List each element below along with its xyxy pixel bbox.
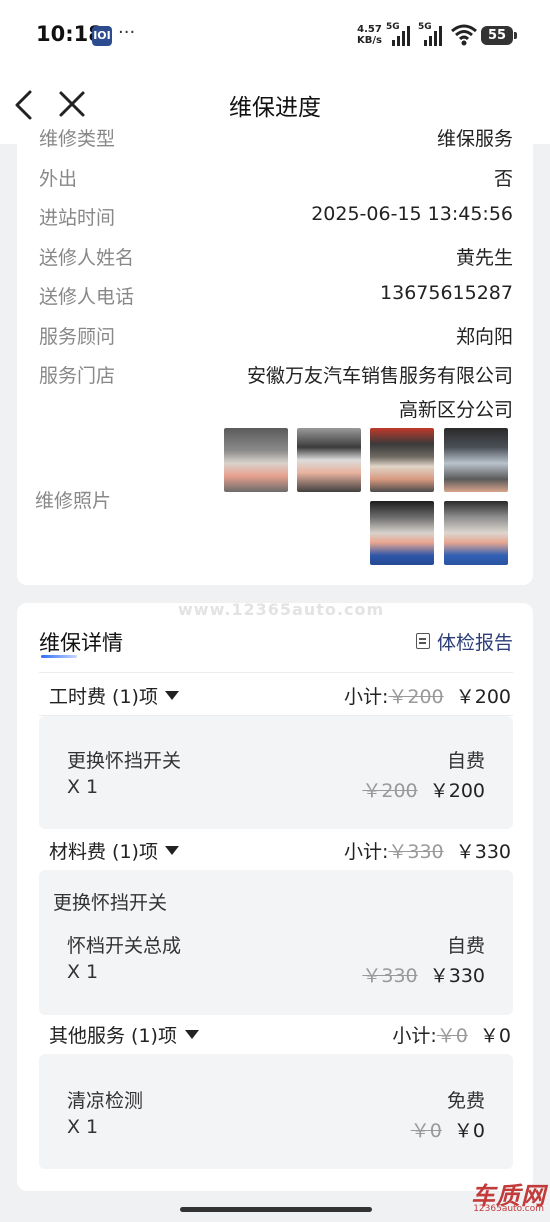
- info-label: 进站时间: [39, 207, 116, 229]
- info-row-arrival-time: 进站时间 2025-06-15 13:45:56: [39, 203, 513, 233]
- other-service-group-header[interactable]: 其他服务 (1)项 小计:￥0 ￥0: [49, 1021, 511, 1051]
- subtotal-original: ￥330: [388, 841, 444, 863]
- caret-down-icon[interactable]: [185, 1030, 199, 1039]
- subtotal-original: ￥0: [436, 1025, 468, 1047]
- section-title-underline: [41, 655, 77, 658]
- package-name: 更换怀挡开关: [53, 892, 168, 914]
- item-payment-type: 自费: [446, 935, 485, 957]
- subtotal-label: 小计:: [392, 1025, 437, 1047]
- item-original-price: ￥0: [410, 1120, 442, 1142]
- item-name: 怀档开关总成: [67, 935, 182, 957]
- item-quantity: X 1: [67, 961, 99, 983]
- labor-item-card: 更换怀挡开关 自费 X 1 ￥200 ￥200: [39, 716, 513, 829]
- repair-info-card: 维修类型 维保服务 外出 否 进站时间 2025-06-15 13:45:56 …: [17, 128, 533, 585]
- info-value: 2025-06-15 13:45:56: [311, 203, 513, 225]
- network-speed-unit: KB/s: [357, 35, 382, 46]
- info-value: 否: [493, 168, 513, 190]
- app-notification-icon: IOI: [92, 26, 112, 46]
- group-name: 工时费 (1)项: [49, 686, 158, 708]
- repair-photos-label: 维修照片: [35, 490, 112, 512]
- info-row-repair-type: 维修类型 维保服务: [39, 124, 513, 154]
- item-quantity: X 1: [67, 776, 99, 798]
- info-label: 服务门店: [39, 365, 116, 387]
- subtotal-amount: ￥330: [455, 841, 511, 863]
- item-price: ￥0 ￥0: [411, 1116, 485, 1143]
- item-original-price: ￥330: [362, 965, 418, 987]
- network-type-2: 5G: [418, 22, 432, 32]
- network-speed-value: 4.57: [357, 24, 382, 35]
- item-payment-type: 自费: [446, 750, 485, 772]
- repair-detail-card: 维保详情 体检报告 工时费 (1)项 小计:￥200 ￥200 更换怀挡开关 自…: [17, 603, 533, 1191]
- subtotal-amount: ￥0: [479, 1025, 511, 1047]
- material-fee-group-header[interactable]: 材料费 (1)项 小计:￥330 ￥330: [49, 837, 511, 867]
- info-row-outcall: 外出 否: [39, 164, 513, 194]
- store-name-line-2: 高新区分公司: [398, 399, 513, 421]
- info-value: 郑向阳: [455, 326, 513, 348]
- watermark: www.12365auto.com: [178, 600, 385, 619]
- network-type-1: 5G: [386, 22, 400, 32]
- item-quantity: X 1: [67, 1116, 99, 1138]
- other-service-item-card: 清凉检测 免费 X 1 ￥0 ￥0: [39, 1054, 513, 1169]
- item-final-price: ￥0: [453, 1120, 485, 1142]
- wifi-icon: [451, 24, 477, 46]
- group-name: 其他服务 (1)项: [49, 1025, 177, 1047]
- repair-photo-thumbnail[interactable]: [224, 428, 288, 492]
- repair-photo-thumbnail[interactable]: [444, 501, 508, 565]
- site-logo: 车质网 12365auto.com: [462, 1176, 548, 1220]
- signal-5g-icon-1: 5G: [386, 22, 414, 46]
- info-value: 13675615287: [380, 282, 513, 304]
- item-price: ￥200 ￥200: [362, 776, 485, 803]
- status-bar: 10:18 IOI ··· 4.57 KB/s 5G 5G 55: [0, 0, 550, 72]
- item-name: 更换怀挡开关: [67, 750, 182, 772]
- signal-5g-icon-2: 5G: [418, 22, 446, 46]
- subtotal-label: 小计:: [343, 841, 389, 863]
- section-title: 维保详情: [39, 631, 123, 655]
- subtotal-original: ￥200: [388, 686, 444, 708]
- caret-down-icon[interactable]: [165, 691, 179, 700]
- store-name-line-1: 安徽万友汽车销售服务有限公司: [246, 365, 513, 387]
- site-logo-url: 12365auto.com: [473, 1204, 544, 1214]
- item-name: 清凉检测: [67, 1090, 144, 1112]
- info-label: 外出: [39, 168, 78, 190]
- item-final-price: ￥330: [429, 965, 485, 987]
- info-row-service-advisor: 服务顾问 郑向阳: [39, 322, 513, 352]
- labor-fee-group-header[interactable]: 工时费 (1)项 小计:￥200 ￥200: [49, 682, 511, 712]
- divider: [39, 672, 513, 673]
- item-payment-type: 免费: [446, 1090, 485, 1112]
- subtotal-amount: ￥200: [455, 686, 511, 708]
- group-subtotal: 小计:￥330 ￥330: [344, 837, 511, 864]
- repair-photo-thumbnail[interactable]: [370, 501, 434, 565]
- caret-down-icon[interactable]: [165, 846, 179, 855]
- info-label: 服务顾问: [39, 326, 116, 348]
- material-item-card: 更换怀挡开关 怀档开关总成 自费 X 1 ￥330 ￥330: [39, 870, 513, 1015]
- network-speed: 4.57 KB/s: [357, 24, 382, 46]
- battery-icon: 55: [481, 26, 517, 45]
- item-price: ￥330 ￥330: [362, 961, 485, 988]
- info-label: 送修人姓名: [39, 247, 135, 269]
- item-original-price: ￥200: [362, 780, 418, 802]
- item-final-price: ￥200: [429, 780, 485, 802]
- group-subtotal: 小计:￥200 ￥200: [344, 682, 511, 709]
- inspection-report-link[interactable]: 体检报告: [437, 628, 513, 655]
- info-label: 维修类型: [39, 128, 116, 150]
- repair-photo-thumbnail[interactable]: [297, 428, 361, 492]
- repair-photo-thumbnail[interactable]: [370, 428, 434, 492]
- report-document-icon[interactable]: [416, 633, 430, 649]
- home-indicator[interactable]: [180, 1207, 372, 1212]
- page-title: 维保进度: [229, 95, 321, 121]
- info-value: 维保服务: [436, 128, 513, 150]
- info-value: 黄先生: [455, 247, 513, 269]
- group-subtotal: 小计:￥0 ￥0: [392, 1021, 511, 1048]
- info-label: 送修人电话: [39, 286, 135, 308]
- group-name: 材料费 (1)项: [49, 841, 158, 863]
- repair-photo-thumbnail[interactable]: [444, 428, 508, 492]
- subtotal-label: 小计:: [343, 686, 389, 708]
- info-row-customer-phone: 送修人电话 13675615287: [39, 282, 513, 312]
- more-notifications-icon: ···: [118, 22, 136, 43]
- info-row-customer-name: 送修人姓名 黄先生: [39, 243, 513, 273]
